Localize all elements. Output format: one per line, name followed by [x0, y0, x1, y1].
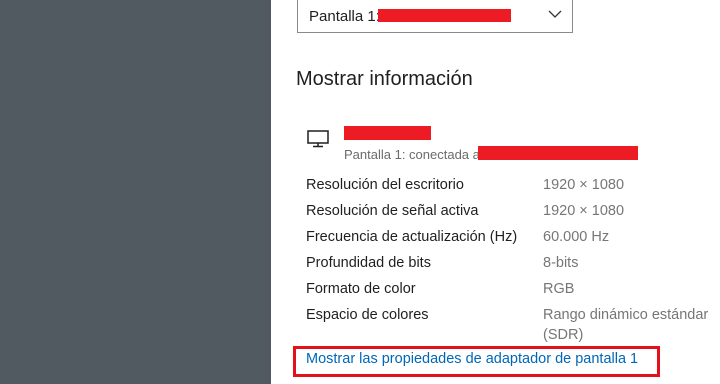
connection-text: Pantalla 1: conectada a: [344, 147, 480, 162]
main-content: Pantalla 1: Mostrar información Pantalla…: [271, 0, 720, 384]
info-value-color-space-line2: (SDR): [543, 327, 584, 343]
info-value-bit-depth: 8-bits: [543, 255, 579, 271]
monitor-icon: [307, 130, 329, 148]
info-label-signal-resolution: Resolución de señal activa: [306, 203, 479, 219]
info-value-signal-resolution: 1920 × 1080: [543, 203, 625, 219]
info-value-color-format: RGB: [543, 281, 575, 297]
display-select-dropdown[interactable]: Pantalla 1:: [297, 0, 573, 33]
chevron-down-icon: [548, 10, 562, 18]
redacted-adapter-name: [478, 146, 638, 160]
info-label-bit-depth: Profundidad de bits: [306, 255, 431, 271]
redacted-monitor-name: [344, 126, 431, 140]
section-title: Mostrar información: [296, 68, 473, 90]
left-pane: [0, 0, 271, 384]
info-label-refresh-rate: Frecuencia de actualización (Hz): [306, 229, 518, 245]
info-value-desktop-resolution: 1920 × 1080: [543, 177, 625, 193]
info-label-desktop-resolution: Resolución del escritorio: [306, 177, 464, 193]
info-label-color-space: Espacio de colores: [306, 307, 429, 323]
display-select-label: Pantalla 1:: [309, 8, 380, 25]
info-value-color-space: Rango dinámico estándar: [543, 307, 709, 323]
info-label-color-format: Formato de color: [306, 281, 416, 297]
redacted-display-name: [378, 9, 511, 22]
adapter-properties-link[interactable]: Mostrar las propiedades de adaptador de …: [306, 351, 638, 367]
info-value-refresh-rate: 60.000 Hz: [543, 229, 610, 245]
